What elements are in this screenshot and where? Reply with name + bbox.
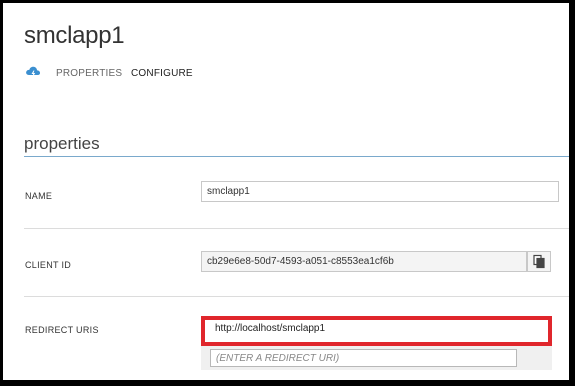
copy-client-id-button[interactable] [527,251,551,272]
client-id-field[interactable]: cb29e6e8-50d7-4593-a051-c8553ea1cf6b [201,251,527,272]
page-title: smclapp1 [24,22,125,49]
redirect-uris-label: REDIRECT URIS [25,325,99,335]
row-divider [24,228,569,229]
tab-properties[interactable]: PROPERTIES [56,68,122,79]
name-field[interactable]: smclapp1 [201,181,559,202]
copy-icon [533,254,545,269]
row-divider [24,296,569,297]
section-title: properties [24,134,100,153]
section-divider [24,156,569,157]
redirect-uri-value: http://localhost/smclapp1 [215,323,326,334]
cloud-lightning-icon [26,66,41,78]
app-window: smclapp1 PROPERTIES CONFIGURE properties… [3,3,569,380]
redirect-uri-highlight[interactable]: http://localhost/smclapp1 [201,316,552,346]
tab-configure[interactable]: CONFIGURE [131,68,193,79]
name-label: NAME [25,191,53,201]
redirect-uri-input[interactable] [210,349,517,367]
client-id-label: CLIENT ID [25,260,72,270]
